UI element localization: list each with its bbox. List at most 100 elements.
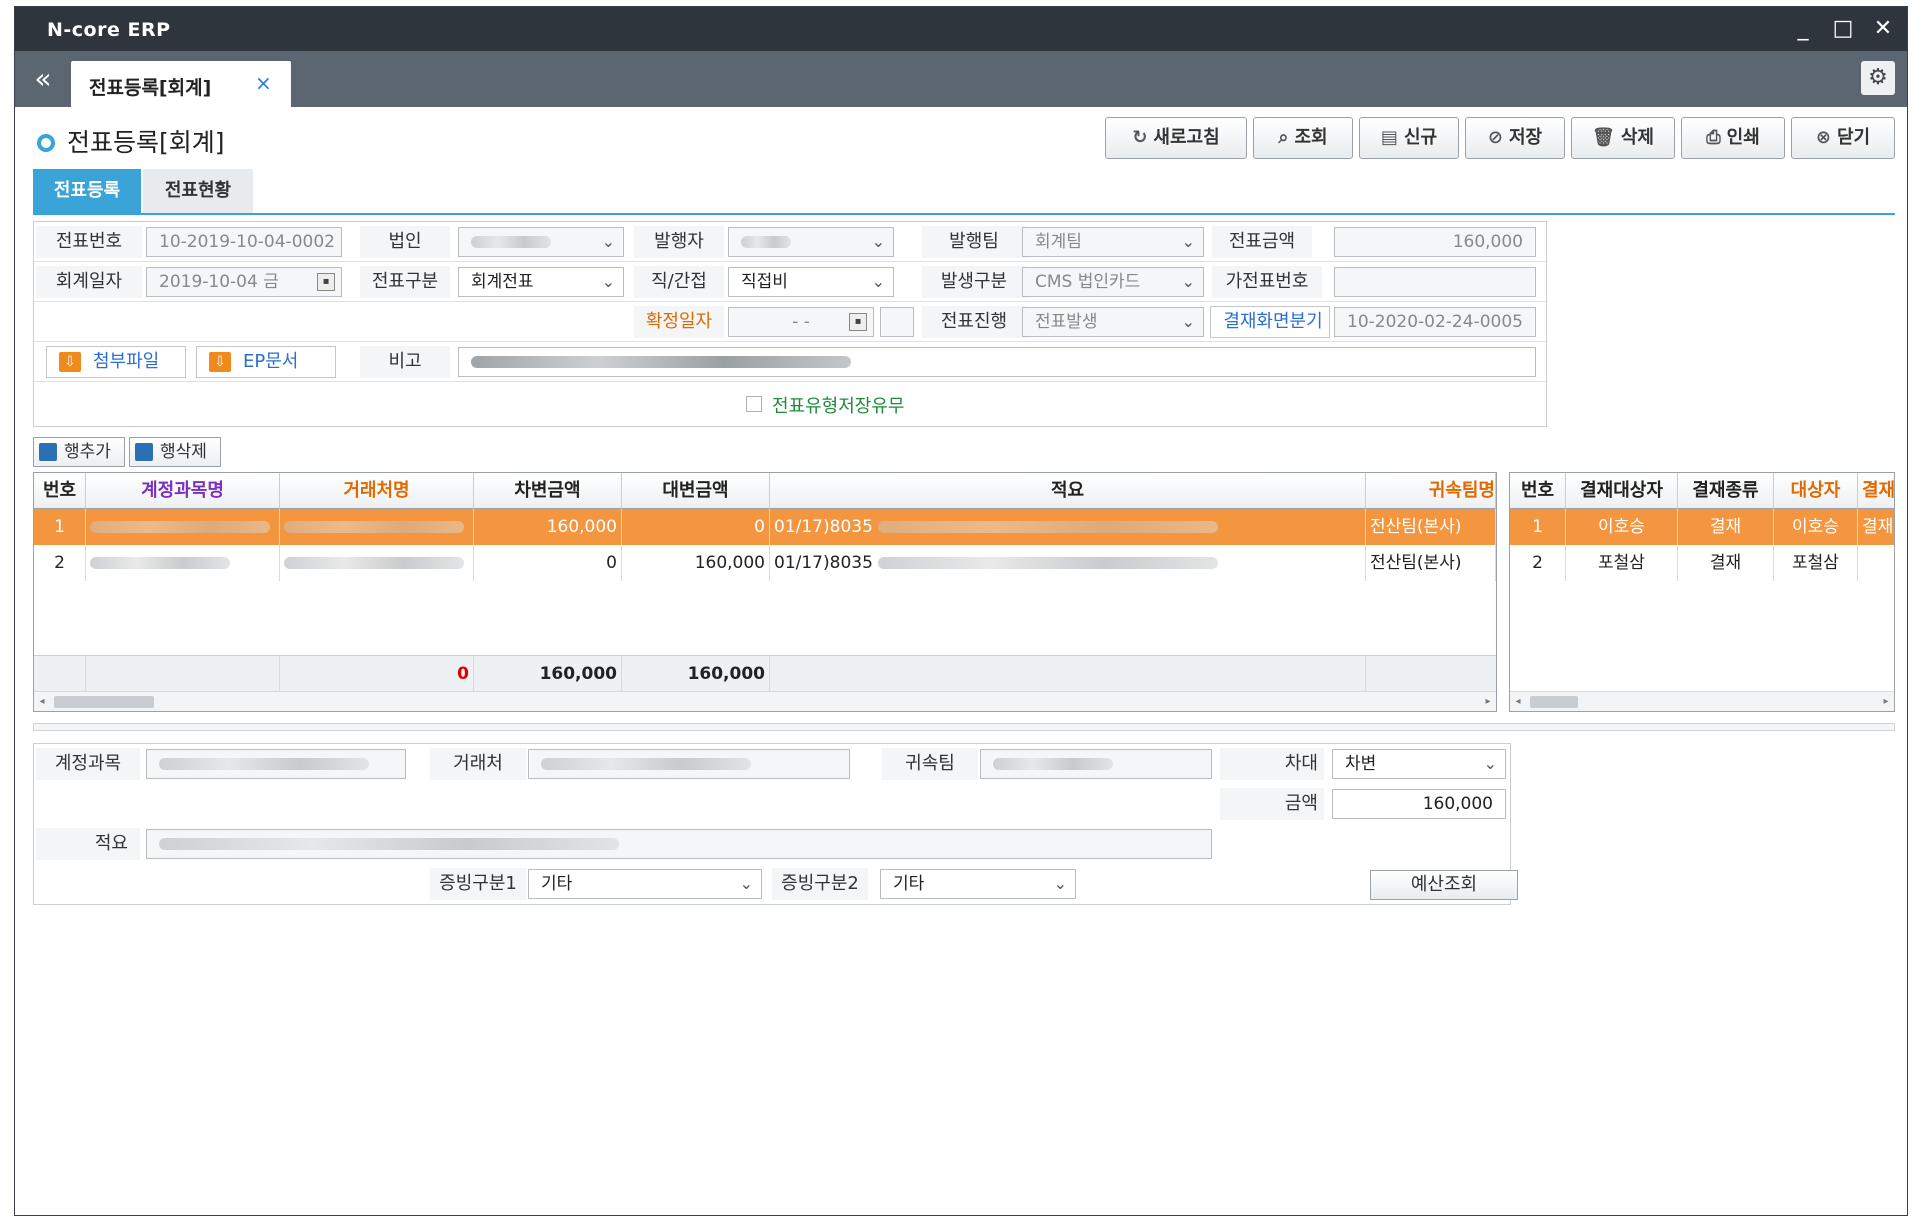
voucher-amount-field[interactable]: 160,000: [1334, 227, 1536, 257]
approval-split-no-field[interactable]: 10-2020-02-24-0005: [1334, 307, 1536, 337]
cell-credit: 160,000: [622, 545, 770, 581]
dc-label: 차대: [1220, 748, 1324, 780]
account-field[interactable]: [146, 749, 406, 779]
tab-close-icon[interactable]: ×: [255, 71, 272, 95]
col-header-team[interactable]: 귀속팀명: [1366, 473, 1496, 509]
sum-row: 0 160,000 160,000: [34, 655, 1496, 692]
add-row-button[interactable]: 행추가: [33, 437, 125, 467]
voucher-no-field[interactable]: 10-2019-10-04-0002: [146, 227, 342, 257]
chevron-down-icon: ⌄: [1181, 312, 1195, 331]
gear-icon[interactable]: ⚙: [1861, 61, 1895, 95]
new-button[interactable]: ▤ 신규: [1359, 117, 1459, 159]
progress-select[interactable]: 전표발생 ⌄: [1022, 307, 1204, 337]
collapse-icon[interactable]: «: [25, 59, 61, 99]
horizontal-scrollbar[interactable]: ◂ ▸: [1510, 691, 1894, 711]
scroll-right-icon[interactable]: ▸: [1480, 692, 1496, 711]
corp-select[interactable]: ⌄: [458, 227, 624, 257]
evidence1-select[interactable]: 기타 ⌄: [528, 869, 762, 899]
scroll-left-icon[interactable]: ◂: [34, 692, 50, 711]
redacted-text: [741, 236, 791, 248]
occur-type-select[interactable]: CMS 법인카드 ⌄: [1022, 267, 1204, 297]
vendor-field[interactable]: [528, 749, 850, 779]
acct-date-field[interactable]: 2019-10-04 금 ▪: [146, 267, 342, 297]
form-row-4: ⇩ 첨부파일 ⇩ EP문서 비고: [34, 342, 1546, 382]
delete-button[interactable]: 🗑 삭제: [1571, 117, 1675, 159]
dc-select[interactable]: 차변 ⌄: [1332, 749, 1506, 779]
col-header-person[interactable]: 대상자: [1774, 473, 1858, 509]
save-button[interactable]: ⊘ 저장: [1465, 117, 1565, 159]
issue-team-label: 발행팀: [922, 226, 1026, 258]
memo-field[interactable]: [146, 829, 1212, 859]
splitter[interactable]: [33, 723, 1895, 731]
redacted-text: [541, 758, 751, 770]
scroll-right-icon[interactable]: ▸: [1878, 692, 1894, 711]
team-field[interactable]: [980, 749, 1212, 779]
print-button[interactable]: ⎙ 인쇄: [1681, 117, 1785, 159]
cell-target: 이호승: [1566, 509, 1678, 545]
col-header-kind[interactable]: 결재종류: [1678, 473, 1774, 509]
direct-select[interactable]: 직접비 ⌄: [728, 267, 894, 297]
horizontal-scrollbar[interactable]: ◂ ▸: [34, 691, 1496, 711]
voucher-type-select[interactable]: 회계전표 ⌄: [458, 267, 624, 297]
issuer-select[interactable]: ⌄: [728, 227, 894, 257]
table-row[interactable]: 2 포철삼 결재 포철삼: [1510, 545, 1894, 581]
new-doc-icon: ▤: [1380, 127, 1398, 148]
amount-field[interactable]: 160,000: [1332, 789, 1506, 819]
attach-file-button[interactable]: ⇩ 첨부파일: [46, 346, 186, 378]
save-type-label: 전표유형저장유무: [772, 396, 905, 417]
line-detail-form: 계정과목 거래처 귀속팀 차대 차변 ⌄ 금액 160,000 적요 증빙구분1 …: [33, 743, 1518, 905]
redacted-text: [471, 356, 851, 368]
calendar-icon[interactable]: ▪: [849, 313, 867, 331]
table-row[interactable]: 1 이호승 결재 이호승 결재: [1510, 509, 1894, 545]
scroll-left-icon[interactable]: ◂: [1510, 692, 1526, 711]
remark-field[interactable]: [458, 347, 1536, 377]
download-icon: ⇩: [209, 352, 231, 372]
close-window-button[interactable]: ✕: [1865, 13, 1901, 45]
confirm-date-field[interactable]: - - ▪: [728, 307, 874, 337]
voucher-type-label: 전표구분: [360, 266, 450, 298]
redacted-text: [159, 758, 369, 770]
col-header-debit[interactable]: 차변금액: [474, 473, 622, 509]
cell-account: [86, 545, 280, 581]
col-header-no[interactable]: 번호: [34, 473, 86, 509]
redacted-text: [90, 521, 270, 533]
printer-icon: ⎙: [1706, 127, 1721, 148]
temp-no-label: 가전표번호: [1212, 266, 1322, 298]
budget-inquiry-button[interactable]: 예산조회: [1370, 870, 1518, 900]
col-header-vendor[interactable]: 거래처명: [280, 473, 474, 509]
minimize-button[interactable]: _: [1785, 13, 1821, 45]
temp-no-field[interactable]: [1334, 267, 1536, 297]
issue-team-select[interactable]: 회계팀 ⌄: [1022, 227, 1204, 257]
refresh-button[interactable]: ↻ 새로고침: [1105, 117, 1247, 159]
calendar-icon[interactable]: ▪: [317, 273, 335, 291]
download-icon: ⇩: [59, 352, 81, 372]
ep-doc-button[interactable]: ⇩ EP문서: [196, 346, 336, 378]
cell-no: 1: [34, 509, 86, 545]
tab-voucher-register[interactable]: 전표등록[회계] ×: [71, 61, 291, 107]
voucher-amount-label: 전표금액: [1212, 226, 1312, 258]
delete-row-button[interactable]: 행삭제: [129, 437, 221, 467]
col-header-credit[interactable]: 대변금액: [622, 473, 770, 509]
maximize-button[interactable]: □: [1825, 13, 1861, 45]
col-header-account[interactable]: 계정과목명: [86, 473, 280, 509]
scroll-thumb[interactable]: [54, 696, 154, 708]
col-header-target[interactable]: 결재대상자: [1566, 473, 1678, 509]
col-header-memo[interactable]: 적요: [770, 473, 1366, 509]
search-button[interactable]: ⌕ 조회: [1253, 117, 1353, 159]
col-header-no[interactable]: 번호: [1510, 473, 1566, 509]
cell-vendor: [280, 545, 474, 581]
confirm-extra-field[interactable]: [880, 307, 914, 337]
scroll-thumb[interactable]: [1530, 696, 1578, 708]
tab-voucher-status[interactable]: 전표현황: [143, 169, 253, 213]
evidence2-select[interactable]: 기타 ⌄: [880, 869, 1076, 899]
tab-voucher-register-sub[interactable]: 전표등록: [33, 169, 141, 213]
redacted-text: [878, 557, 1219, 569]
approval-split-button[interactable]: 결재화면분기: [1210, 306, 1330, 338]
amount-label: 금액: [1220, 788, 1324, 820]
save-type-checkbox[interactable]: [746, 396, 762, 412]
table-row[interactable]: 2 0 160,000 01/17)8035 전산팀(본사): [34, 545, 1496, 581]
close-button[interactable]: ⊗ 닫기: [1791, 117, 1895, 159]
col-header-extra[interactable]: 결재: [1858, 473, 1894, 509]
cell-person: 포철삼: [1774, 545, 1858, 581]
table-row[interactable]: 1 160,000 0 01/17)8035 전산팀(본사): [34, 509, 1496, 545]
